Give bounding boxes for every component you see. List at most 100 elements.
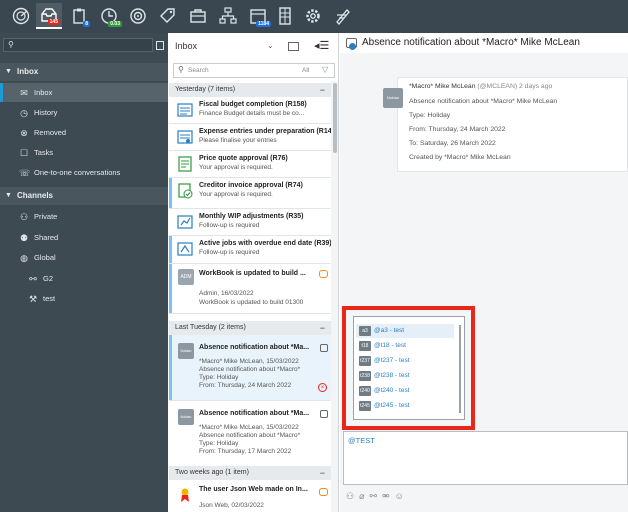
filter-all-label[interactable]: All [302, 67, 309, 74]
clipboard-icon[interactable]: 8 [66, 3, 92, 29]
mail-icon: ✉ [20, 88, 28, 98]
pen-tools-icon[interactable] [330, 3, 356, 29]
sidebar-item-removed[interactable]: ⊗ Removed [0, 123, 168, 142]
card-sender-line: *Macro* Mike McLean (@MCLEAN) 2 days ago [409, 83, 553, 90]
collapse-icon[interactable]: − [320, 321, 325, 335]
detail-header: Absence notification about *Macro* Mike … [340, 33, 628, 53]
spreadsheet-icon[interactable] [272, 3, 298, 29]
reading-pane-icon[interactable] [288, 42, 299, 51]
selected-stripe [169, 335, 172, 400]
org-chart-icon[interactable] [215, 3, 241, 29]
calendar-badge: 1184 [256, 21, 271, 27]
list-item[interactable]: Nokian Absence notification about *Ma...… [169, 335, 331, 401]
detail-title: Absence notification about *Macro* Mike … [362, 37, 580, 48]
remove-icon[interactable]: × [318, 383, 327, 392]
search-icon: ⚲ [178, 65, 184, 74]
list-item[interactable]: ADM WorkBook is updated to build ... Adm… [169, 264, 331, 314]
sidebar-item-conversations[interactable]: ☏ One-to-one conversations [0, 163, 168, 182]
left-sidebar: ⚲ ▼ Inbox ✉ Inbox ◷ History ⊗ Removed ☐ … [0, 33, 168, 512]
sidebar-item-test[interactable]: ⚒ test [0, 289, 168, 308]
top-toolbar: 145 8 0.03 1184 [0, 0, 628, 33]
shared-icon: ⚉ [19, 233, 29, 243]
message-card: Nokian *Macro* Mike McLean (@MCLEAN) 2 d… [383, 77, 628, 172]
sidebar-item-global[interactable]: ◍ Global [0, 248, 168, 267]
calendar-icon[interactable]: 1184 [245, 3, 271, 29]
sidebar-item-shared[interactable]: ⚉ Shared [0, 228, 168, 247]
conversation-icon: ☏ [19, 168, 31, 178]
overdue-jobs-icon [177, 242, 193, 256]
list-item[interactable]: Price quote approval (R76) Your approval… [169, 151, 331, 178]
list-item[interactable]: Active jobs with overdue end date (R39) … [169, 236, 331, 264]
comment-icon[interactable] [319, 270, 328, 278]
sidebar-search-input[interactable]: ⚲ [3, 38, 153, 52]
compose-box[interactable]: @TEST [343, 431, 628, 485]
unread-stripe [169, 264, 172, 313]
caret-down-icon: ▼ [5, 68, 12, 75]
collapse-panel-icon[interactable] [156, 41, 164, 50]
expense-icon [177, 130, 193, 144]
status-dot-icon [349, 43, 356, 50]
sidebar-item-tasks[interactable]: ☐ Tasks [0, 143, 168, 162]
clock-icon[interactable]: 0.03 [96, 3, 122, 29]
avatar: ADM [178, 269, 194, 285]
briefcase-icon[interactable] [185, 3, 211, 29]
list-item[interactable]: Monthly WIP adjustments (R35) Follow-up … [169, 209, 331, 236]
list-item[interactable]: Creditor invoice approval (R74) Your app… [169, 178, 331, 209]
collapse-icon[interactable]: − [320, 83, 325, 97]
search-icon: ⚲ [8, 40, 14, 49]
inbox-tray-icon[interactable]: 145 [36, 3, 62, 29]
list-scrollbar[interactable] [331, 81, 338, 512]
attach-icon[interactable]: ⌀ [359, 491, 369, 501]
group-header[interactable]: Last Tuesday (2 items) − [169, 321, 331, 335]
unread-stripe [169, 236, 172, 263]
group-header[interactable]: Two weeks ago (1 item) − [169, 466, 331, 480]
scrollbar-thumb[interactable] [333, 83, 337, 153]
tasks-icon: ☐ [19, 148, 29, 158]
chevron-down-icon[interactable]: ⌄ [267, 33, 274, 59]
history-icon: ◷ [20, 108, 28, 118]
target-icon[interactable] [125, 3, 151, 29]
channels-section-header[interactable]: ▼ Channels [0, 187, 168, 205]
tags-icon[interactable] [155, 3, 181, 29]
list-item[interactable]: The user Json Web made on In... Json Web… [169, 482, 331, 512]
list-item[interactable]: Nokian Absence notification about *Ma...… [169, 401, 331, 467]
collapse-icon[interactable]: − [320, 466, 325, 480]
link-icon[interactable]: ⚯ [370, 491, 383, 501]
sidebar-item-g2[interactable]: ⚯ G2 [0, 269, 168, 288]
radar-icon[interactable] [8, 3, 34, 29]
mention-user-icon[interactable]: ⚇ [346, 491, 359, 501]
lock-icon [320, 344, 328, 352]
sidebar-item-history[interactable]: ◷ History [0, 103, 168, 122]
inbox-badge: 145 [47, 19, 60, 25]
chain-icon[interactable]: ⚮ [382, 491, 395, 501]
sidebar-item-inbox[interactable]: ✉ Inbox [0, 83, 168, 102]
user-award-icon [181, 488, 189, 502]
sidebar-item-private[interactable]: ⚇ Private [0, 207, 168, 226]
price-quote-icon [178, 156, 192, 172]
removed-icon: ⊗ [20, 128, 28, 138]
clipboard-badge: 8 [83, 21, 90, 27]
menu-icon[interactable]: ◂☰ [314, 33, 329, 59]
gear-icon[interactable] [300, 3, 326, 29]
comment-icon[interactable] [319, 488, 328, 496]
wip-adjustment-icon [177, 215, 193, 229]
message-list: Inbox ⌄ ◂☰ ⚲ Search All ▽ Yesterday (7 i… [169, 33, 339, 512]
invoice-approval-icon [178, 183, 193, 199]
budget-icon [177, 103, 193, 117]
detail-pane: Absence notification about *Macro* Mike … [340, 33, 628, 512]
avatar: Nokian [383, 88, 403, 108]
list-item[interactable]: Fiscal budget completion (R158) Finance … [169, 97, 331, 124]
inbox-section-header[interactable]: ▼ Inbox [0, 63, 168, 81]
list-header: Inbox ⌄ ◂☰ [169, 33, 338, 59]
list-item[interactable]: Expense entries under preparation (R14..… [169, 124, 331, 151]
list-search-input[interactable]: ⚲ Search All ▽ [173, 63, 335, 78]
filter-icon[interactable]: ▽ [322, 65, 328, 74]
compose-input[interactable]: @TEST [348, 436, 375, 445]
caret-down-icon: ▼ [5, 192, 12, 199]
unread-stripe [169, 178, 172, 208]
avatar: Nokian [178, 409, 194, 425]
emoji-icon[interactable]: ☺ [395, 491, 409, 501]
list-title: Inbox [175, 41, 198, 51]
compose-actions: ⚇⌀⚯⚮☺ [346, 491, 409, 503]
group-header[interactable]: Yesterday (7 items) − [169, 83, 331, 97]
